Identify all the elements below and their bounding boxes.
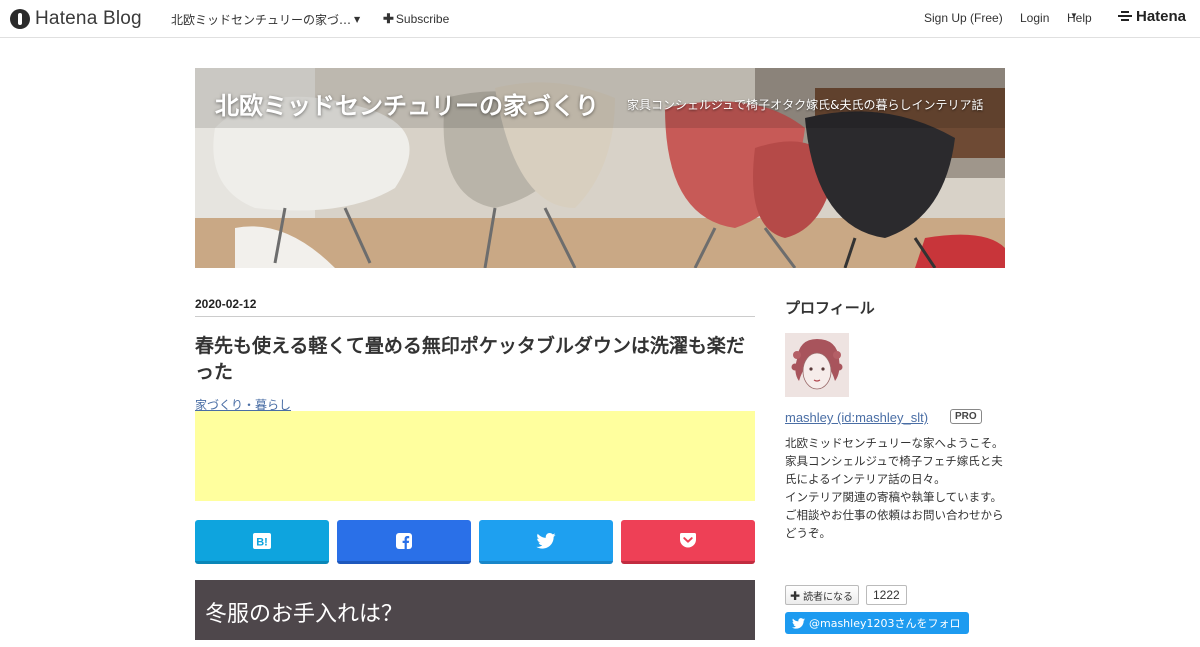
hatena-logo-text: Hatena [1136,8,1187,25]
hatena-logo[interactable]: Hatena [1118,8,1186,25]
hatena-blog-icon [10,9,30,29]
bio-line: 家具コンシェルジュで椅子フェチ嫁氏と夫氏によるインテリア話の日々。 [785,454,1003,486]
login-link[interactable]: Login [1020,11,1049,25]
pro-badge: PRO [950,409,982,424]
twitter-follow-button[interactable]: @mashley1203さんをフォロー [785,612,969,646]
facebook-icon [396,532,412,549]
twitter-icon [536,532,556,549]
caret-down-icon: ▼ [1070,11,1078,20]
hatena-bookmark-share-button[interactable]: B! [195,520,329,564]
twitter-icon [792,618,805,629]
bio-line: 北欧ミッドセンチュリーな家へようこそ。 [785,436,1004,450]
sign-up-link[interactable]: Sign Up (Free) [924,11,1003,25]
avatar[interactable] [785,333,849,397]
blog-title[interactable]: 北欧ミッドセンチュリーの家づくり [215,86,599,121]
profile-name-link[interactable]: mashley (id:mashley_slt) [785,410,928,425]
hatena-logo-icon [1118,11,1132,21]
subscribe-reader-button[interactable]: ✚ 読者になる [785,585,860,605]
share-buttons: B! [195,520,755,564]
global-header: Hatena Blog 北欧ミッドセンチュリーの家づ… ▼ ✚ Subscribe … [0,0,1200,38]
blog-switcher-label: 北欧ミッドセンチュリーの家づ… [171,13,352,27]
subscribe-label: Subscribe [395,12,450,26]
profile-module-title: プロフィール [785,299,875,317]
subscribe-button[interactable]: ✚ Subscribe [383,11,449,27]
bio-line: ご相談やお仕事の依頼はお問い合わせからどうぞ。 [785,508,1004,540]
caret-down-icon: ▼ [354,15,361,24]
blog-description: 家具コンシェルジュで椅子オタク嫁氏&夫氏の暮らしインテリア話 [627,98,984,112]
plus-icon: ✚ [383,11,394,26]
pocket-icon [680,533,696,548]
avatar-illustration [785,333,849,397]
brand-text: Hatena Blog [35,8,142,29]
profile-description: 北欧ミッドセンチュリーな家へようこそ。 家具コンシェルジュで椅子フェチ嫁氏と夫氏… [785,434,1005,542]
twitter-follow-label: @mashley1203さんをフォロー [792,617,961,646]
blog-switcher-dropdown[interactable]: 北欧ミッドセンチュリーの家づ… ▼ [171,11,360,28]
pocket-share-button[interactable] [621,520,755,564]
ad-placeholder [195,411,755,501]
section-heading: 冬服のお手入れは？ [195,580,755,640]
twitter-share-button[interactable] [479,520,613,564]
entry-date[interactable]: 2020-02-12 [195,297,755,317]
subscribe-reader-label: 読者になる [803,592,854,603]
hatena-bookmark-icon: B! [253,532,271,549]
bio-line: インテリア関連の寄稿や執筆しています。 [785,490,1003,504]
svg-text:B!: B! [256,536,268,548]
plus-icon: ✚ [790,589,801,603]
reader-count: 1222 [866,585,907,605]
blog-header-banner: 北欧ミッドセンチュリーの家づくり 家具コンシェルジュで椅子オタク嫁氏&夫氏の暮ら… [195,68,1005,268]
entry-title[interactable]: 春先も使える軽くて畳める無印ポケッタブルダウンは洗濯も楽だった [195,333,757,385]
facebook-share-button[interactable] [337,520,471,564]
hatena-blog-logo[interactable]: Hatena Blog [10,7,142,31]
